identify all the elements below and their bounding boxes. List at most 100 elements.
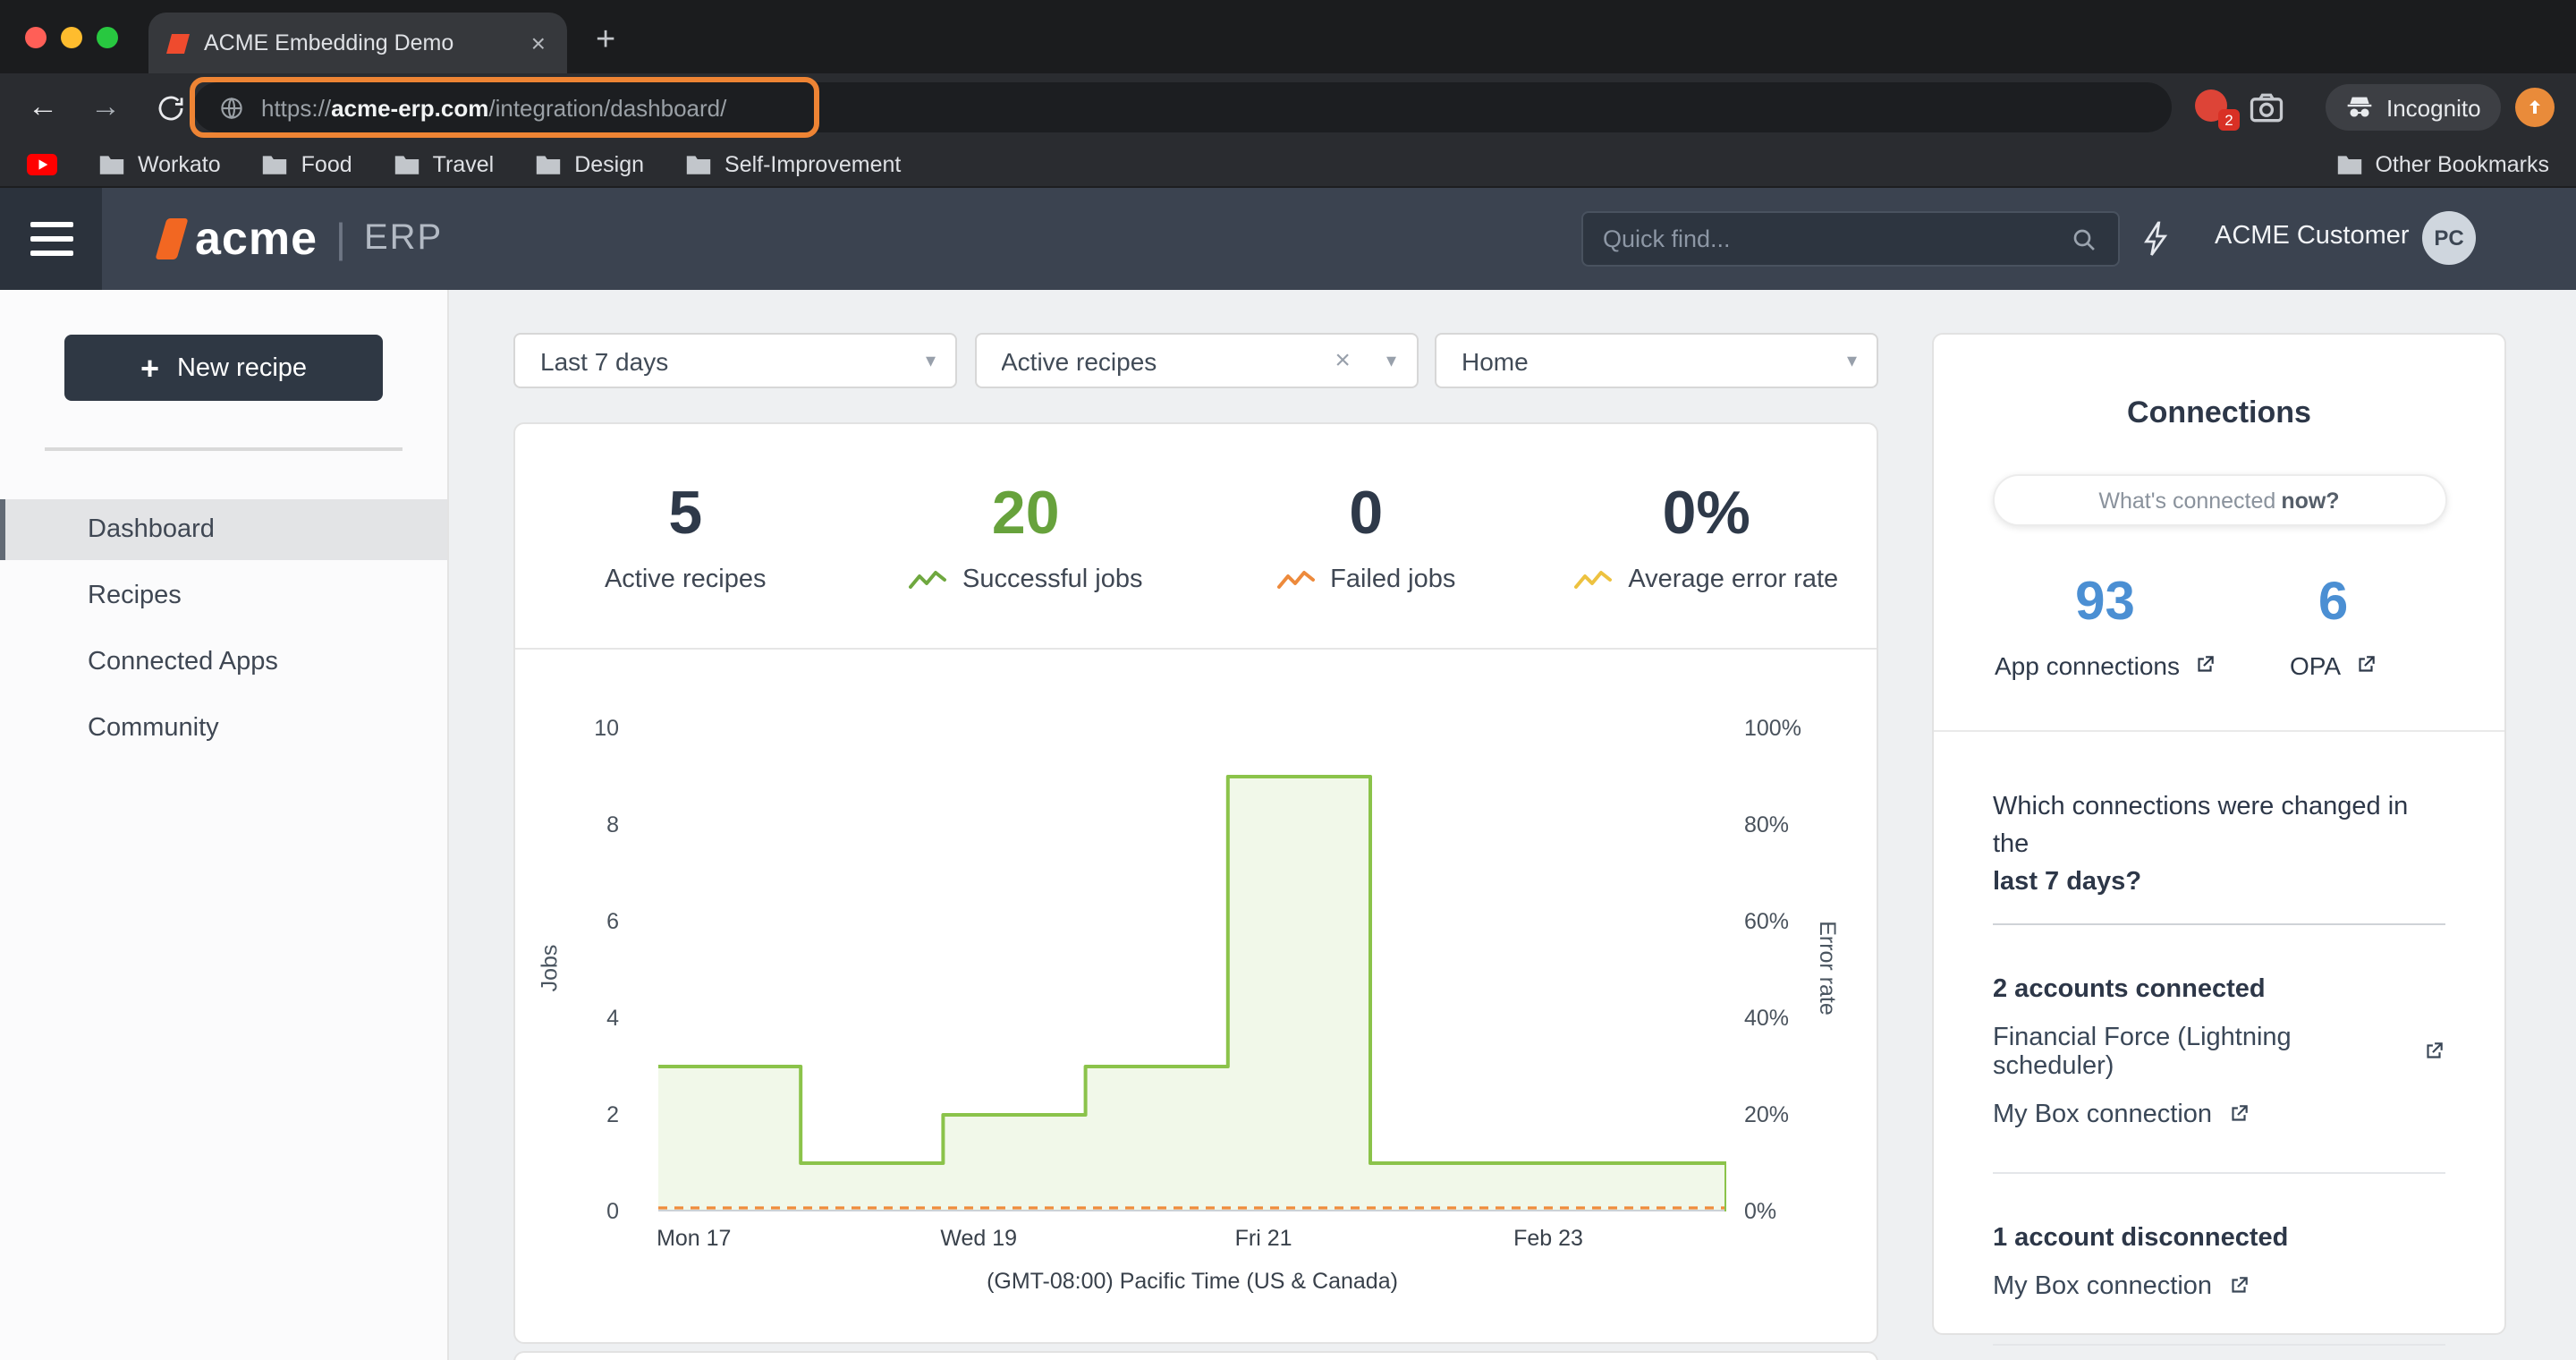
other-bookmarks[interactable]: Other Bookmarks	[2335, 151, 2549, 176]
connections-title: Connections	[1934, 395, 2504, 431]
date-range-select[interactable]: Last 7 days ▾	[513, 333, 957, 388]
profile-button[interactable]	[2515, 88, 2555, 127]
clear-filter-icon[interactable]: ×	[1335, 345, 1351, 376]
incognito-badge[interactable]: Incognito	[2326, 84, 2501, 131]
browser-window: ACME Embedding Demo × + ← → https://acme…	[0, 0, 2576, 1360]
bookmark-label: Food	[301, 151, 352, 176]
connection-link-financial-force[interactable]: Financial Force (Lightning scheduler)	[1993, 1023, 2445, 1080]
location-select[interactable]: Home ▾	[1435, 333, 1878, 388]
lightning-icon	[2140, 220, 2172, 258]
avatar[interactable]: PC	[2422, 211, 2476, 265]
pill-text: What's connected	[2098, 488, 2275, 513]
recipe-filter-select[interactable]: Active recipes × ▾	[974, 333, 1418, 388]
connections-question: Which connections were changed in the la…	[1934, 788, 2504, 901]
url-path: /integration/dashboard/	[488, 94, 726, 121]
window-minimize-button[interactable]	[61, 27, 82, 48]
back-button[interactable]: ←	[18, 82, 68, 132]
new-recipe-label: New recipe	[177, 353, 307, 382]
new-recipe-button[interactable]: + New recipe	[64, 335, 383, 401]
tab-close-icon[interactable]: ×	[528, 29, 549, 57]
browser-toolbar: ← → https://acme-erp.com/integration/das…	[0, 73, 2576, 141]
app-navbar: acme | ERP ACME Customer PC	[0, 188, 2576, 290]
sidebar-item-label: Recipes	[88, 582, 182, 610]
filters-row: Last 7 days ▾ Active recipes × ▾ Home ▾	[513, 333, 1878, 388]
bookmark-youtube[interactable]	[27, 153, 57, 174]
connection-link-label: My Box connection	[1993, 1271, 2212, 1300]
bookmark-folder[interactable]: Workato	[98, 151, 221, 176]
extension-badge: 2	[2218, 109, 2240, 131]
stat-value: 20	[992, 481, 1060, 548]
tab-favicon	[166, 31, 190, 55]
stat-active-recipes: 5 Active recipes	[515, 481, 856, 595]
search-icon[interactable]	[2070, 225, 2098, 253]
stat-label: Failed jobs	[1330, 566, 1455, 595]
logo-erp: ERP	[364, 218, 443, 259]
y-tick: 0	[606, 1198, 619, 1227]
sidebar-item-dashboard[interactable]: Dashboard	[0, 499, 447, 560]
activity-button[interactable]	[2140, 220, 2172, 258]
quick-find-box	[1581, 211, 2120, 267]
account-name[interactable]: ACME Customer	[2215, 222, 2410, 251]
browser-tab[interactable]: ACME Embedding Demo ×	[148, 13, 567, 73]
external-link-icon	[2226, 1102, 2250, 1126]
opa-link[interactable]: OPA	[2219, 650, 2447, 679]
camera-icon	[2247, 88, 2286, 127]
hamburger-menu-button[interactable]	[0, 188, 102, 290]
external-link-icon	[2192, 653, 2216, 676]
folder-icon	[2335, 153, 2362, 174]
y-tick: 100%	[1744, 715, 1801, 744]
main-area: Last 7 days ▾ Active recipes × ▾ Home ▾	[449, 290, 2576, 1360]
y-tick: 40%	[1744, 1005, 1789, 1033]
bookmark-folder[interactable]: Food	[262, 151, 352, 176]
next-card-edge	[513, 1351, 1878, 1360]
sidebar: + New recipe Dashboard Recipes Connected…	[0, 290, 449, 1360]
app-connections-stat: 93 App connections	[1991, 573, 2219, 679]
x-tick-label: Wed 19	[940, 1227, 1017, 1252]
reload-button[interactable]	[145, 82, 195, 132]
y-tick: 80%	[1744, 812, 1789, 840]
sidebar-item-recipes[interactable]: Recipes	[0, 565, 447, 626]
screenshot-extension-button[interactable]	[2247, 88, 2286, 127]
opa-label: OPA	[2290, 650, 2341, 679]
whats-connected-pill[interactable]: What's connected now?	[1992, 474, 2446, 526]
sparkline-icon	[1574, 569, 1614, 592]
sidebar-item-label: Connected Apps	[88, 648, 278, 676]
stat-value: 0%	[1663, 481, 1750, 548]
bookmark-folder[interactable]: Self-Improvement	[685, 151, 901, 176]
forward-button[interactable]: →	[80, 82, 131, 132]
page-content: + New recipe Dashboard Recipes Connected…	[0, 290, 2576, 1360]
opa-stat: 6 OPA	[2219, 573, 2447, 679]
app-connections-link[interactable]: App connections	[1991, 650, 2219, 679]
y-tick: 2	[606, 1101, 619, 1130]
y-tick: 4	[606, 1005, 619, 1033]
folder-icon	[98, 153, 125, 174]
incognito-icon	[2345, 95, 2374, 120]
connection-link-my-box[interactable]: My Box connection	[1993, 1100, 2445, 1128]
sidebar-menu: Dashboard Recipes Connected Apps Communi…	[0, 499, 447, 759]
opa-count: 6	[2219, 573, 2447, 634]
disconnected-link-my-box[interactable]: My Box connection	[1993, 1271, 2445, 1300]
accounts-disconnected-section: 1 account disconnected My Box connection	[1934, 1223, 2504, 1300]
address-bar[interactable]: https://acme-erp.com/integration/dashboa…	[193, 82, 2172, 132]
pill-text-emphasis: now?	[2281, 488, 2339, 513]
bookmark-label: Self-Improvement	[724, 151, 901, 176]
external-link-icon	[2226, 1274, 2250, 1297]
bookmark-folder[interactable]: Travel	[394, 151, 495, 176]
incognito-label: Incognito	[2386, 94, 2481, 121]
question-line1: Which connections were changed in the	[1993, 792, 2408, 858]
bookmark-folder[interactable]: Design	[535, 151, 644, 176]
sparkline-icon	[1276, 569, 1316, 592]
quick-find-input[interactable]	[1603, 225, 2070, 252]
bookmarks-bar: Workato Food Travel Design Self-Improvem…	[0, 141, 2576, 188]
window-close-button[interactable]	[25, 27, 47, 48]
stat-label: Average error rate	[1628, 566, 1838, 595]
window-zoom-button[interactable]	[97, 27, 118, 48]
new-tab-button[interactable]: +	[596, 21, 615, 61]
chevron-down-icon: ▾	[1847, 349, 1857, 372]
tab-strip: ACME Embedding Demo × +	[0, 0, 2576, 73]
sidebar-item-connected-apps[interactable]: Connected Apps	[0, 632, 447, 693]
stat-successful-jobs: 20 Successful jobs	[856, 481, 1197, 595]
sidebar-item-label: Community	[88, 714, 219, 743]
sidebar-item-community[interactable]: Community	[0, 698, 447, 759]
dashboard-stats-card: 5 Active recipes 20 Successful jobs 0	[513, 422, 1878, 1344]
